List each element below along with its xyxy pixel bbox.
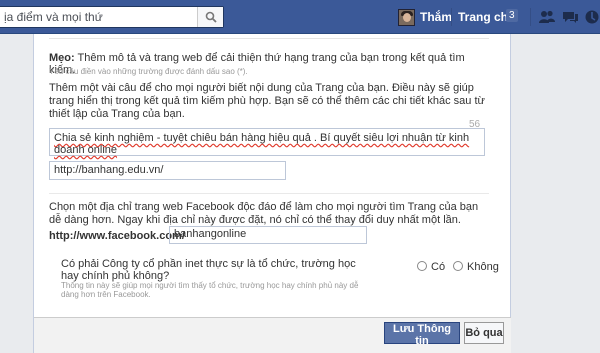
address-help: Chọn một địa chỉ trang web Facebook độc … bbox=[49, 201, 479, 226]
website-input[interactable]: http://banhang.edu.vn/ bbox=[49, 161, 286, 180]
home-count-badge: 3 bbox=[506, 9, 518, 22]
friend-requests-icon[interactable] bbox=[538, 9, 556, 25]
tip-label: Mẹo: bbox=[49, 52, 75, 64]
divider bbox=[49, 38, 489, 39]
facebook-username-input[interactable]: banhangonline bbox=[169, 226, 367, 244]
search-input[interactable] bbox=[0, 7, 190, 27]
radio-no[interactable] bbox=[453, 261, 463, 271]
divider bbox=[451, 8, 452, 26]
radio-yes[interactable] bbox=[417, 261, 427, 271]
search-icon bbox=[205, 11, 217, 23]
question-help: Thông tin này sẽ giúp mọi người tìm thấy… bbox=[61, 281, 359, 299]
notifications-icon[interactable] bbox=[583, 9, 600, 25]
divider bbox=[49, 193, 489, 194]
facebook-url-prefix: http://www.facebook.com/ bbox=[49, 230, 185, 242]
radio-no-label[interactable]: Không bbox=[467, 261, 499, 273]
radio-yes-label[interactable]: Có bbox=[431, 261, 445, 273]
save-button[interactable]: Lưu Thông tin bbox=[384, 322, 460, 347]
profile-link[interactable]: Thắm bbox=[420, 10, 452, 24]
avatar[interactable] bbox=[398, 9, 415, 26]
top-bar: Thắm Trang chủ 3 bbox=[0, 0, 600, 34]
messages-icon[interactable] bbox=[561, 9, 579, 25]
search-button[interactable] bbox=[197, 7, 223, 27]
required-note: Yêu cầu điền vào những trường được đánh … bbox=[49, 67, 248, 76]
divider bbox=[530, 8, 531, 26]
search-box[interactable] bbox=[0, 6, 224, 28]
description-help: Thêm một vài câu để cho mọi người biết n… bbox=[49, 82, 485, 120]
organization-question: Có phải Công ty cổ phần inet thực sự là … bbox=[61, 258, 356, 282]
description-textarea[interactable]: Chia sẻ kinh nghiệm - tuyệt chiêu bán hà… bbox=[49, 128, 485, 156]
skip-button[interactable]: Bỏ qua bbox=[464, 322, 504, 344]
